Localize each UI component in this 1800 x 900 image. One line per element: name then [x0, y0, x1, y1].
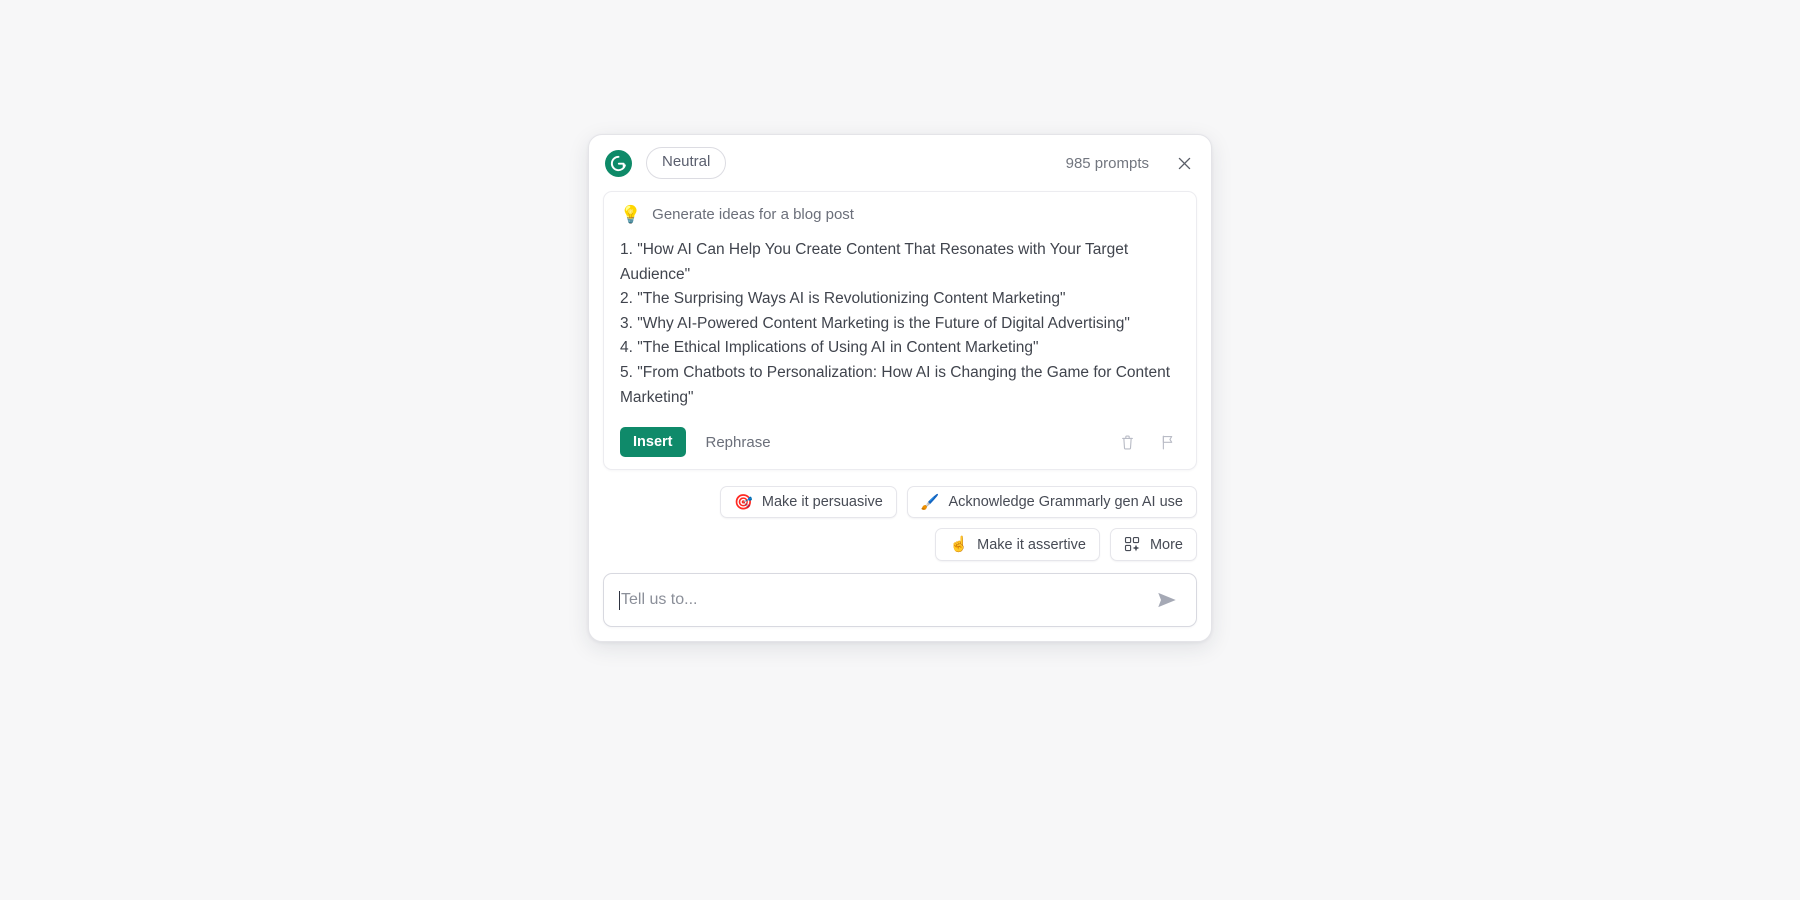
chip-label: More — [1149, 536, 1183, 553]
chip-label: Make it assertive — [977, 536, 1086, 553]
suggestion-actions: Insert Rephrase — [620, 427, 1180, 458]
send-icon[interactable] — [1152, 585, 1182, 615]
prompt-input-placeholder[interactable]: Tell us to... — [621, 591, 1152, 609]
chip-label: Make it persuasive — [761, 494, 883, 511]
chip-row-1: 🎯 Make it persuasive 🖌️ Acknowledge Gram… — [603, 486, 1197, 519]
list-item: 5. "From Chatbots to Personalization: Ho… — [620, 363, 1171, 406]
prompt-count-label: 985 prompts — [1065, 154, 1149, 172]
flag-icon[interactable] — [1154, 429, 1180, 455]
chip-label: Acknowledge Grammarly gen AI use — [948, 494, 1183, 511]
chip-acknowledge-gen-ai-use[interactable]: 🖌️ Acknowledge Grammarly gen AI use — [906, 486, 1197, 519]
rephrase-button[interactable]: Rephrase — [702, 428, 775, 457]
list-item: 4. "The Ethical Implications of Using AI… — [620, 339, 1039, 357]
trash-icon[interactable] — [1114, 429, 1140, 455]
close-icon[interactable] — [1171, 150, 1197, 176]
lightbulb-icon: 💡 — [620, 205, 642, 224]
insert-button[interactable]: Insert — [620, 427, 686, 458]
list-item: 2. "The Surprising Ways AI is Revolution… — [620, 290, 1066, 308]
generated-ideas-list: 1. "How AI Can Help You Create Content T… — [620, 238, 1180, 410]
pointing-finger-icon: ☝️ — [949, 536, 969, 554]
grammarly-logo-icon — [605, 149, 632, 177]
target-icon: 🎯 — [734, 493, 753, 511]
grammarly-assistant-panel: Neutral 985 prompts 💡 Generate ideas for… — [588, 134, 1212, 643]
list-item: 1. "How AI Can Help You Create Content T… — [620, 241, 1129, 283]
tone-label: Neutral — [662, 153, 711, 170]
quick-action-chips: 🎯 Make it persuasive 🖌️ Acknowledge Gram… — [589, 470, 1211, 562]
chip-make-it-persuasive[interactable]: 🎯 Make it persuasive — [720, 486, 897, 519]
grid-sparkle-icon — [1124, 536, 1141, 553]
suggestion-card: 💡 Generate ideas for a blog post 1. "How… — [603, 191, 1197, 471]
suggestion-title-row: 💡 Generate ideas for a blog post — [620, 206, 1180, 223]
panel-header: Neutral 985 prompts — [589, 135, 1211, 191]
chip-more[interactable]: More — [1109, 528, 1197, 562]
paintbrush-icon: 🖌️ — [920, 493, 940, 511]
prompt-input-container[interactable]: Tell us to... — [603, 573, 1197, 628]
suggestion-title: Generate ideas for a blog post — [652, 206, 854, 223]
list-item: 3. "Why AI-Powered Content Marketing is … — [620, 314, 1130, 332]
text-cursor — [619, 590, 620, 610]
tone-selector-pill[interactable]: Neutral — [646, 147, 727, 179]
chip-make-it-assertive[interactable]: ☝️ Make it assertive — [935, 528, 1100, 562]
chip-row-2: ☝️ Make it assertive More — [603, 528, 1197, 562]
